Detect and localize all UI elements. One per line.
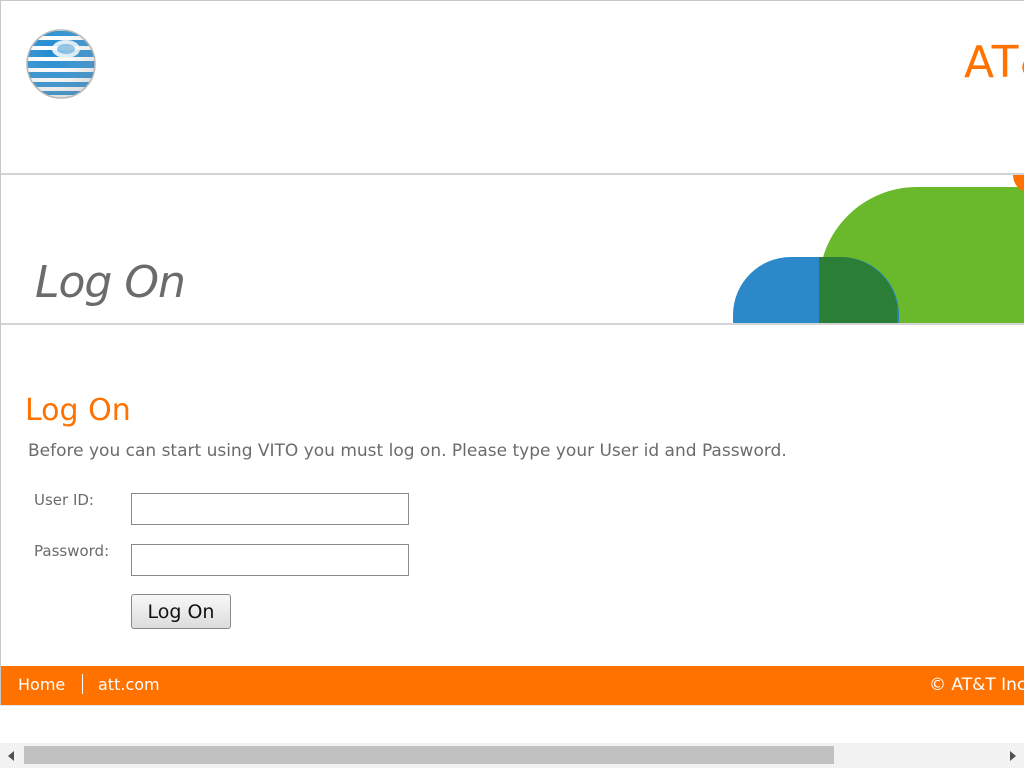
log-on-button[interactable]: Log On [131,594,231,629]
header: AT&T [1,1,1024,173]
footer-link-att-com[interactable]: att.com [98,675,160,694]
password-label: Password: [34,542,110,560]
banner: Log On [1,175,1024,323]
user-id-label: User ID: [34,491,94,509]
scroll-right-arrow-icon[interactable] [1002,743,1024,768]
scrollbar-thumb[interactable] [24,746,834,764]
user-id-input[interactable] [131,493,409,525]
banner-title: Log On [35,257,186,308]
footer: Home att.com © AT&T Inc [1,666,1024,705]
password-input[interactable] [131,544,409,576]
scroll-left-arrow-icon[interactable] [0,743,22,768]
banner-divider [1,323,1024,325]
footer-bottom-line [0,705,1024,706]
page-title: Log On [25,393,131,428]
intro-text: Before you can start using VITO you must… [28,441,787,461]
copyright-text: © AT&T Inc [929,675,1024,695]
footer-link-home[interactable]: Home [18,675,65,694]
page: AT&T Log On Log On Before you can start … [0,0,1024,768]
brand-text: AT&T [964,37,1024,88]
footer-separator [82,674,83,694]
horizontal-scrollbar[interactable] [0,743,1024,768]
att-globe-icon[interactable] [26,27,98,103]
